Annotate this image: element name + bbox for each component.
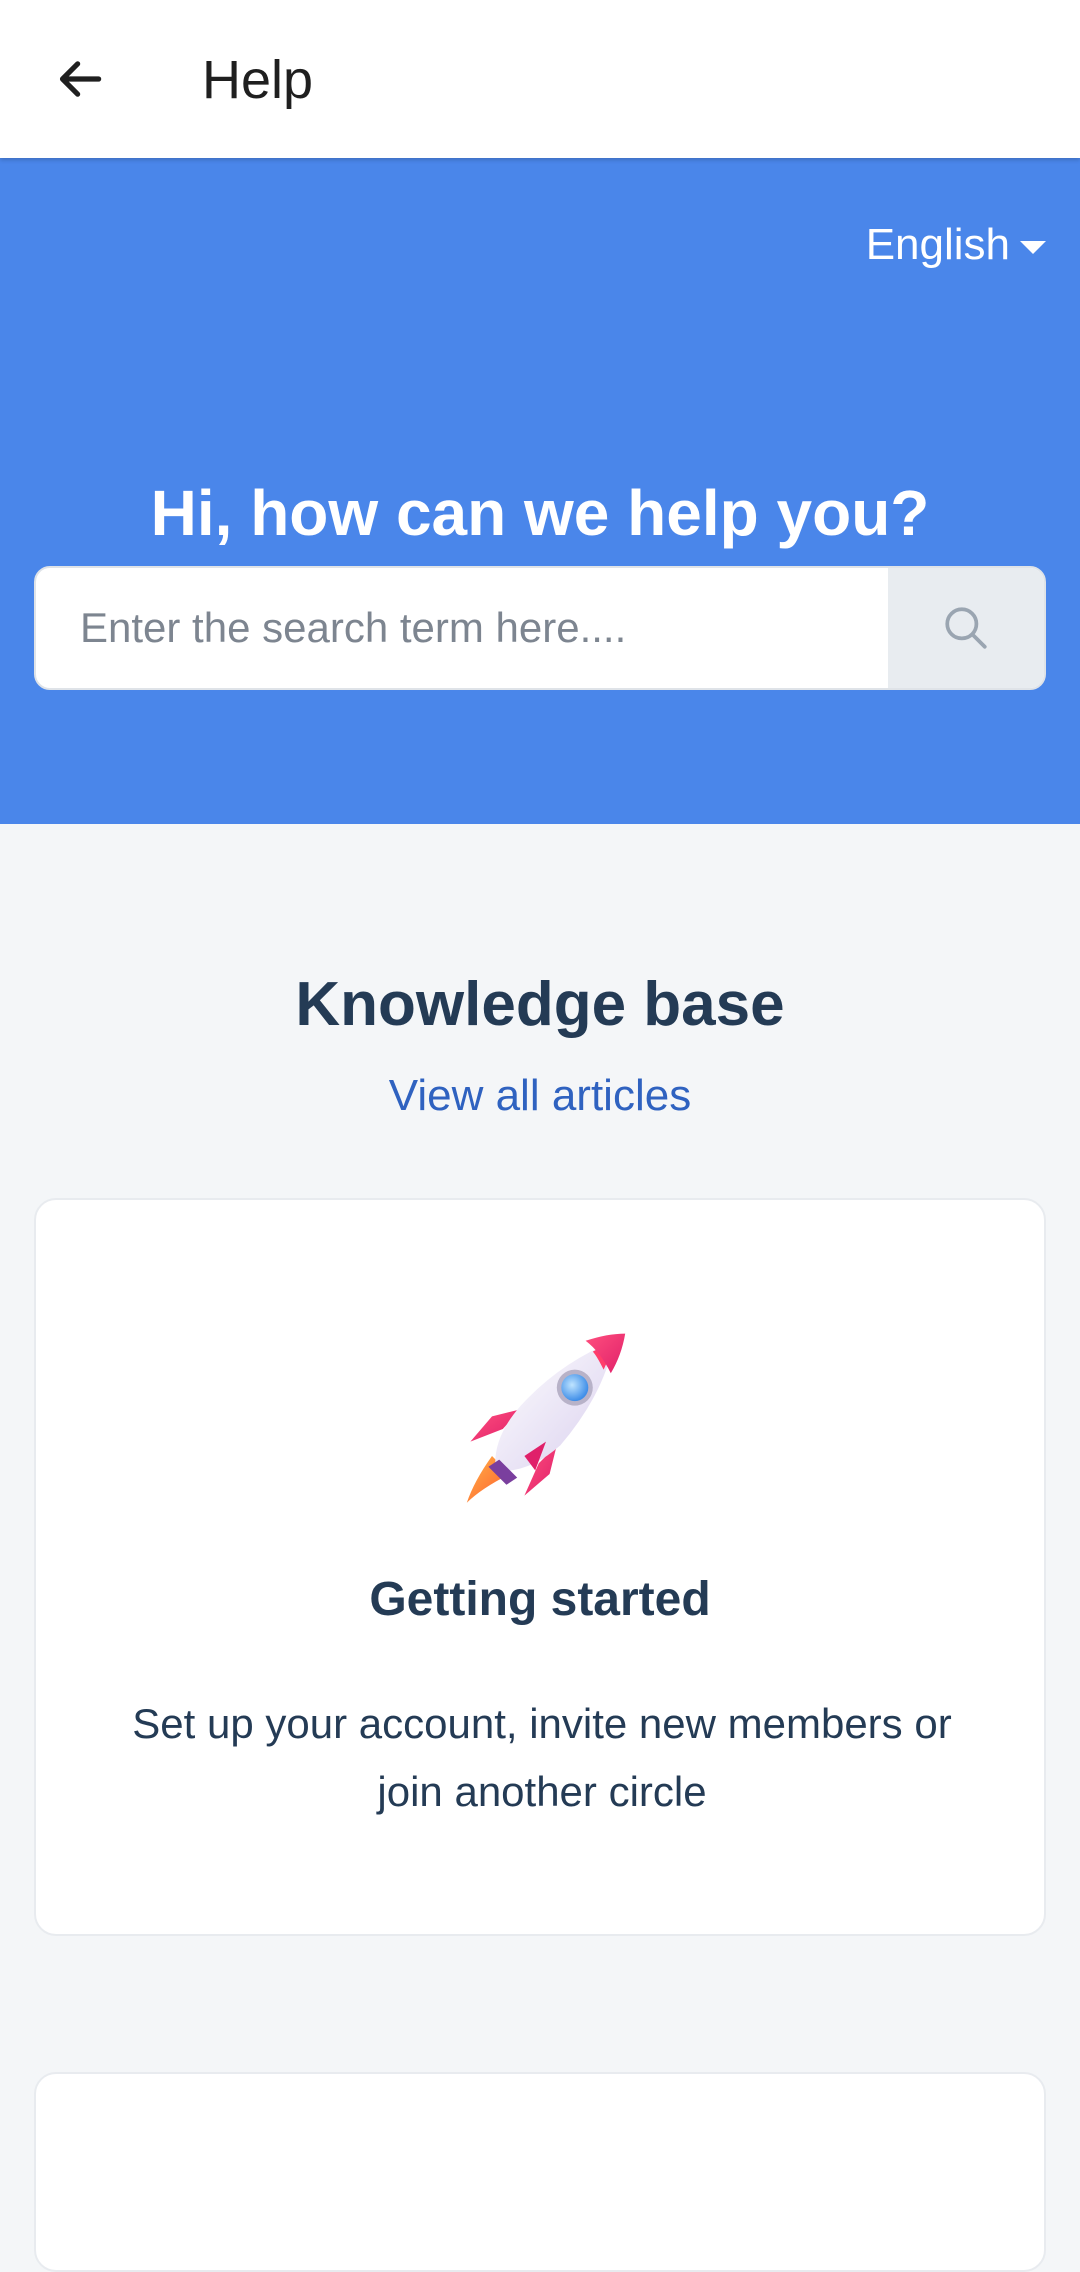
search-bar <box>34 566 1046 690</box>
knowledge-base-title: Knowledge base <box>295 970 785 1039</box>
hero-heading: Hi, how can we help you? <box>150 477 930 549</box>
search-button[interactable] <box>888 568 1044 688</box>
language-label: English <box>865 220 1010 269</box>
hero-banner: English Hi, how can we help you? <box>0 158 1080 824</box>
category-card[interactable] <box>34 2072 1046 2272</box>
back-button[interactable] <box>40 39 120 119</box>
view-all-articles-link[interactable]: View all articles <box>0 1068 1080 1124</box>
category-card-getting-started[interactable]: Getting started Set up your account, inv… <box>34 1198 1046 1936</box>
search-input[interactable] <box>36 568 888 688</box>
search-icon <box>945 607 987 649</box>
rocket-icon <box>466 1333 626 1503</box>
arrow-left-icon <box>59 61 102 97</box>
app-bar: Help <box>0 0 1080 158</box>
category-title: Getting started <box>369 1573 711 1626</box>
language-selector[interactable]: English <box>866 220 1046 270</box>
page-title: Help <box>202 50 314 110</box>
category-description: Set up your account, invite new members … <box>132 1700 952 1815</box>
caret-down-icon <box>1020 240 1046 254</box>
